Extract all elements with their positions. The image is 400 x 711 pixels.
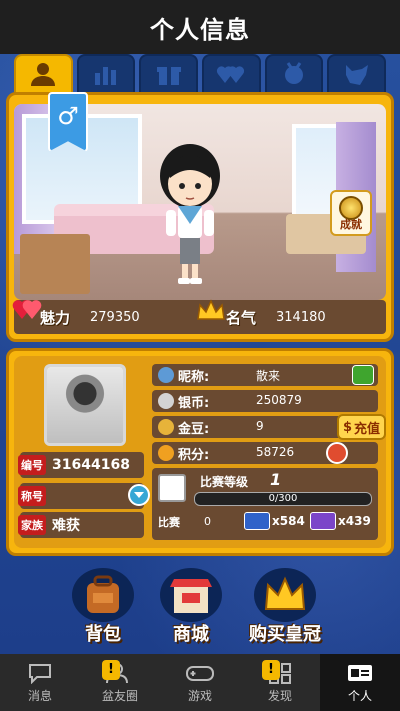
match-count-value: 0	[204, 515, 211, 528]
person-icon	[31, 63, 56, 86]
player-avatar[interactable]	[152, 140, 228, 292]
page-title: 个人信息	[150, 15, 250, 44]
tab-stats[interactable]	[76, 54, 136, 92]
chevron-down-icon[interactable]	[128, 484, 150, 506]
fame-label: 名气	[226, 308, 257, 327]
family-tag: 家族	[18, 515, 46, 535]
family-row: 家族 难获	[18, 512, 144, 538]
score-row: 积分: 58726	[152, 442, 378, 464]
nickname-label: 昵称:	[178, 370, 210, 385]
silver-value: 250879	[256, 393, 302, 407]
star-icon	[158, 445, 174, 461]
score-label: 积分:	[178, 448, 210, 463]
score-value: 58726	[256, 445, 295, 459]
item2-count: x439	[338, 514, 371, 528]
achievement-button[interactable]: 成就	[330, 190, 372, 236]
recharge-button[interactable]: $ 充值	[336, 414, 386, 440]
player-info: 昵称: 散来 银币: 250879 金豆: 9 $ 充值 积分: 58726 比…	[152, 364, 386, 550]
ticket-purple-icon	[310, 512, 336, 530]
gold-value: 9	[256, 419, 264, 433]
silver-row: 银币: 250879	[152, 390, 378, 412]
shop-button[interactable]: 商城	[150, 568, 232, 646]
shop-icon	[160, 568, 222, 622]
title-row[interactable]: 称号	[18, 483, 150, 509]
chat-icon	[29, 663, 51, 684]
backpack-icon	[72, 568, 134, 622]
tab-profile[interactable]	[14, 54, 73, 92]
gold-row: 金豆: 9 $ 充值	[152, 414, 386, 440]
tab-honors[interactable]	[264, 54, 324, 92]
shop-label: 商城	[173, 624, 209, 645]
player-id-row: 编号 31644168	[18, 452, 144, 478]
charm-stat: 魅力 279350	[12, 299, 200, 328]
nav-label: 消息	[27, 688, 52, 703]
nav-games[interactable]: 游戏	[160, 654, 240, 711]
match-progress-bar: 0/300	[194, 492, 372, 506]
bottom-nav: 消息 ! 盆友圈 游戏 ! 发现 个人	[0, 654, 400, 711]
title-tag: 称号	[18, 486, 46, 506]
user-icon	[158, 367, 174, 383]
hearts-icon	[217, 66, 245, 83]
silver-label: 银币:	[178, 396, 210, 411]
profile-photo[interactable]	[44, 364, 126, 446]
nav-discover[interactable]: ! 发现	[240, 654, 320, 711]
nickname-value: 散来	[256, 369, 281, 383]
alert-icon: !	[102, 660, 120, 680]
fame-stat: 名气 314180	[197, 298, 386, 328]
recharge-label: 充值	[353, 421, 380, 437]
nav-profile[interactable]: 个人	[320, 654, 400, 711]
dollar-icon: $	[342, 419, 352, 435]
rank-badge-icon	[326, 442, 348, 464]
backpack-button[interactable]: 背包	[62, 568, 144, 646]
nav-messages[interactable]: 消息	[0, 654, 80, 711]
nav-label: 发现	[267, 688, 292, 703]
crown-icon	[197, 298, 225, 320]
tab-bar	[14, 54, 387, 92]
gamepad-icon	[186, 665, 214, 681]
item1-count: x584	[272, 514, 305, 528]
tab-clan[interactable]	[327, 54, 387, 92]
buy-crown-button[interactable]: 购买皇冠	[240, 568, 330, 646]
backpack-label: 背包	[85, 624, 121, 645]
nav-label: 游戏	[187, 688, 212, 703]
charm-value: 279350	[90, 309, 140, 325]
title-bar: 个人信息	[0, 0, 400, 54]
match-level-value: 1	[270, 470, 282, 489]
match-level-label: 比赛等级	[200, 475, 249, 489]
silver-coin-icon	[158, 393, 174, 409]
nav-friends[interactable]: ! 盆友圈	[80, 654, 160, 711]
medal-icon	[339, 196, 363, 220]
wolf-icon	[345, 65, 368, 85]
nav-label: 盆友圈	[101, 688, 138, 703]
ticket-blue-icon	[244, 512, 270, 530]
family-name: 难获	[52, 518, 80, 534]
alert-icon: !	[262, 660, 280, 680]
match-count-label: 比赛	[158, 516, 180, 529]
nav-label: 个人	[347, 688, 372, 703]
charm-label: 魅力	[40, 308, 71, 327]
gift-icon	[156, 67, 181, 85]
tab-gifts[interactable]	[139, 54, 199, 92]
crown-icon	[254, 568, 316, 622]
bar-chart-icon	[95, 67, 116, 85]
tab-friends[interactable]	[202, 54, 261, 92]
fame-value: 314180	[276, 309, 326, 325]
nickname-row: 昵称: 散来	[152, 364, 378, 386]
id-tag: 编号	[18, 455, 46, 475]
shelf	[20, 234, 90, 294]
match-progress-text: 0/300	[268, 493, 298, 504]
hearts-icon	[12, 299, 42, 319]
player-id: 31644168	[52, 457, 130, 473]
gold-bean-icon	[158, 419, 174, 435]
edit-pencil-icon[interactable]	[352, 365, 374, 385]
match-panel: 比赛等级 1 0/300 比赛 0 x584 x439	[152, 468, 378, 540]
id-card-icon	[348, 664, 372, 681]
popularity-bar: 魅力 279350 名气 314180	[12, 298, 386, 334]
match-rank-icon	[158, 474, 186, 502]
buy-crown-label: 购买皇冠	[249, 624, 321, 645]
medal-icon	[285, 62, 304, 84]
gold-label: 金豆:	[178, 422, 210, 437]
